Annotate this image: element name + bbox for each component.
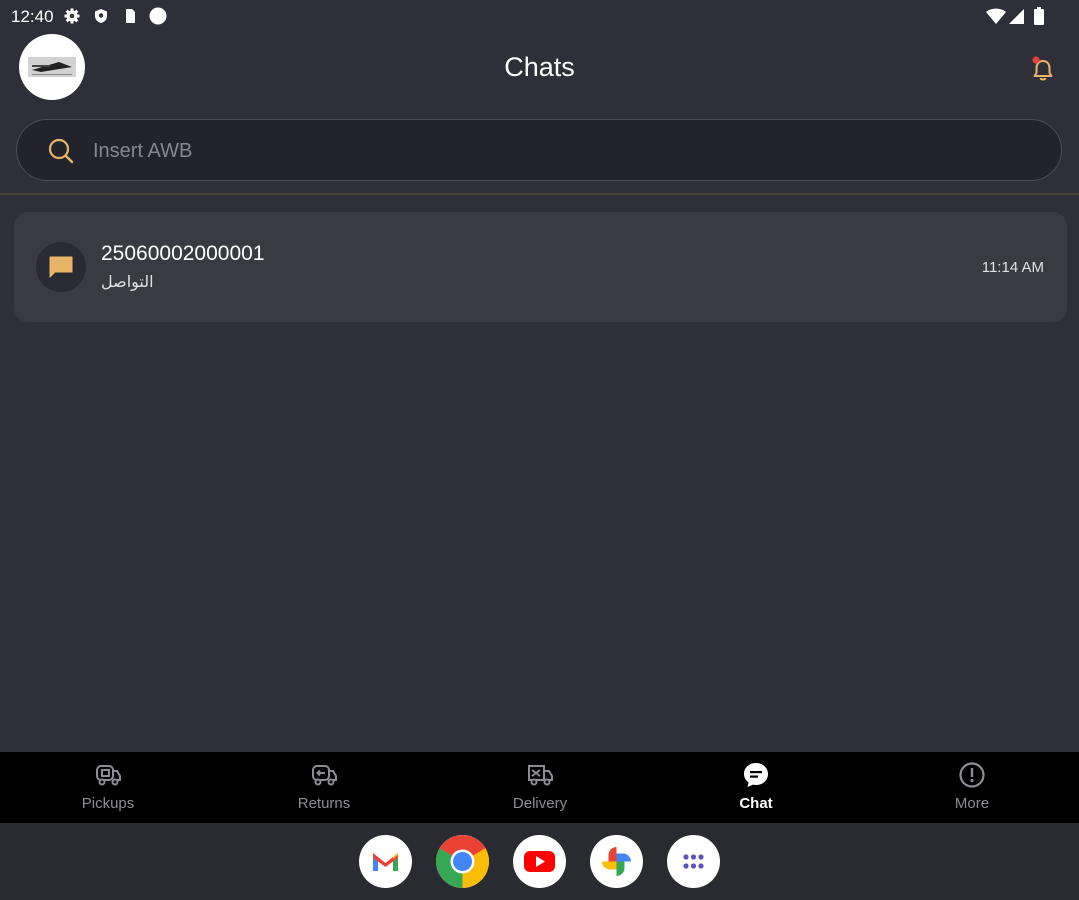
wifi-icon (986, 8, 1006, 24)
nav-item-delivery[interactable]: Delivery (432, 752, 648, 823)
dock-app-youtube[interactable] (513, 835, 566, 888)
chrome-icon (436, 835, 489, 888)
page-title: Chats (504, 52, 575, 82)
nav-label: Pickups (81, 795, 135, 812)
chat-list-item[interactable]: 25060002000001 التواصل 11:14 AM (14, 212, 1067, 322)
message-icon (49, 256, 73, 278)
pickup-truck-icon (96, 765, 121, 786)
dock-app-gmail[interactable] (359, 835, 412, 888)
settings-icon (64, 8, 80, 24)
photos-icon (602, 847, 631, 876)
nav-label: Returns (297, 795, 351, 812)
chat-avatar (36, 242, 86, 292)
chat-time: 11:14 AM (981, 259, 1044, 276)
chat-title: 25060002000001 (101, 242, 265, 265)
status-time: 12:40 (11, 7, 54, 26)
nav-item-more[interactable]: More (864, 752, 1079, 823)
shield-icon (95, 9, 107, 23)
sim-card-icon (126, 9, 135, 23)
nav-item-chat[interactable]: Chat (648, 752, 864, 823)
dock-app-chrome[interactable] (436, 835, 489, 888)
signal-icon (1009, 9, 1024, 24)
info-circle-icon (959, 762, 985, 788)
nav-label: More (954, 795, 990, 812)
search-input[interactable] (91, 132, 995, 170)
delivery-truck-icon (528, 765, 553, 786)
dock-app-photos[interactable] (590, 835, 643, 888)
return-truck-icon (312, 765, 337, 786)
nav-label: Delivery (512, 795, 568, 812)
app-dock (0, 823, 1079, 900)
nav-item-returns[interactable]: Returns (216, 752, 432, 823)
battery-icon (1034, 7, 1044, 25)
status-bar: 12:40 (0, 0, 1079, 34)
nav-label: Chat (739, 795, 773, 812)
chat-bubble-icon (744, 763, 768, 787)
nav-item-pickups[interactable]: Pickups (0, 752, 216, 823)
notification-bell-icon[interactable] (1028, 54, 1058, 84)
bottom-navigation: Pickups Returns Delivery Chat More (0, 752, 1079, 823)
circle-status-icon (149, 7, 167, 25)
app-drawer-icon (683, 854, 704, 869)
search-icon (48, 138, 74, 164)
youtube-icon (524, 851, 555, 872)
header-divider (0, 193, 1079, 195)
chat-subtitle: التواصل (101, 274, 154, 291)
dock-app-drawer[interactable] (667, 835, 720, 888)
gmail-icon (373, 853, 398, 871)
search-bar[interactable] (16, 119, 1062, 181)
notification-dot (1032, 56, 1040, 64)
